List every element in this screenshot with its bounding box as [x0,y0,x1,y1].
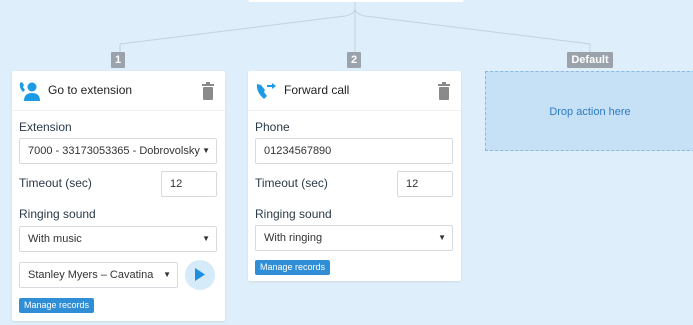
play-icon [195,268,205,281]
ringing-sound-label: Ringing sound [255,207,332,221]
forward-call-card[interactable]: Forward call Phone 01234567890 Timeout (… [248,71,461,281]
trash-icon[interactable] [437,82,451,100]
card-header: Go to extension [12,71,225,111]
manage-records-button[interactable]: Manage records [255,260,331,275]
extension-select[interactable]: 7000 - 33173053365 - Dobrovolsky ▼ [19,138,217,164]
phone-label: Phone [255,120,290,134]
chevron-down-icon: ▼ [202,234,210,243]
card-title: Forward call [284,83,350,97]
timeout-input[interactable]: 12 [161,171,217,197]
extension-label: Extension [19,120,72,134]
trash-icon[interactable] [201,82,215,100]
branch-label-2: 2 [347,52,361,68]
branch-label-1: 1 [111,52,125,68]
timeout-label: Timeout (sec) [19,176,92,190]
chevron-down-icon: ▼ [438,233,446,242]
branch-label-default: Default [567,52,613,68]
ringing-sound-label: Ringing sound [19,207,96,221]
chevron-down-icon: ▼ [163,270,171,279]
manage-records-button[interactable]: Manage records [19,298,95,313]
card-header: Forward call [248,71,461,111]
drop-action-zone[interactable]: Drop action here [485,71,693,151]
go-to-extension-card[interactable]: Go to extension Extension 7000 - 3317305… [12,71,225,321]
play-button[interactable] [185,260,215,290]
timeout-input[interactable]: 12 [397,171,453,197]
chevron-down-icon: ▼ [202,146,210,155]
music-track-select[interactable]: Stanley Myers – Cavatina ▼ [19,262,178,288]
ringing-sound-select[interactable]: With ringing ▼ [255,225,453,251]
timeout-label: Timeout (sec) [255,176,328,190]
call-forward-icon [256,83,276,99]
card-title: Go to extension [48,83,133,97]
person-call-icon [19,82,40,101]
phone-input[interactable]: 01234567890 [255,138,453,164]
ringing-sound-select[interactable]: With music ▼ [19,226,217,252]
